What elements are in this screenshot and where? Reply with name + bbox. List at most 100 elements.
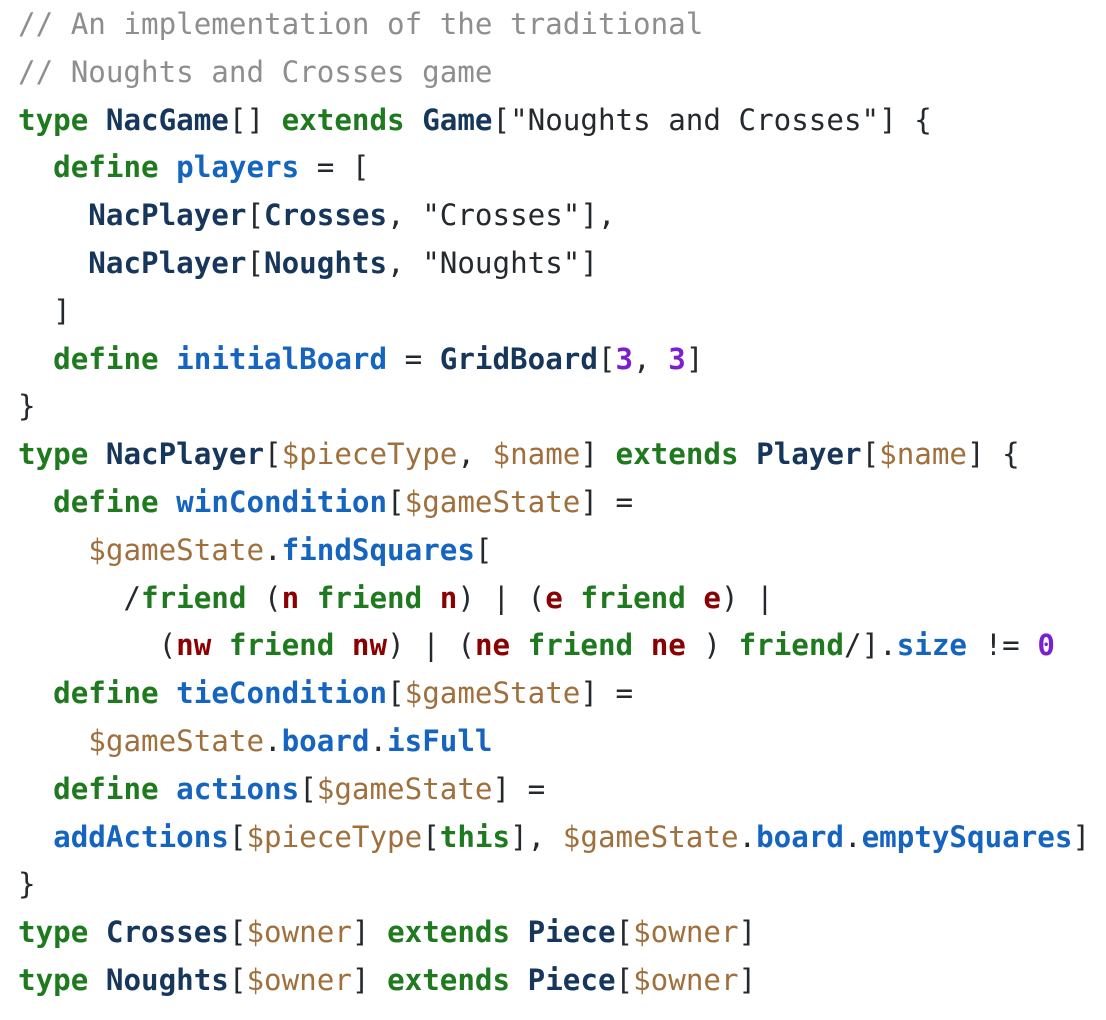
punctuation-token: ) bbox=[685, 628, 739, 663]
keyword-token: define bbox=[53, 676, 159, 711]
direction-token: n bbox=[281, 580, 300, 615]
punctuation-token: [ bbox=[422, 819, 440, 854]
punctuation-token bbox=[159, 772, 177, 806]
variable-token: $name bbox=[492, 437, 581, 472]
punctuation-token: [] bbox=[228, 102, 282, 137]
variable-token: $gameState bbox=[562, 819, 739, 854]
punctuation-token: ] bbox=[738, 962, 757, 997]
identifier-token: tieCondition bbox=[176, 676, 388, 711]
punctuation-token bbox=[18, 485, 53, 519]
type-name-token: Piece bbox=[527, 962, 616, 997]
type-name-token: Noughts bbox=[105, 962, 229, 997]
punctuation-token: ] bbox=[738, 915, 757, 950]
punctuation-token: , bbox=[387, 198, 423, 233]
punctuation-token: [ bbox=[228, 819, 247, 854]
code-listing: // An implementation of the traditional /… bbox=[18, 0, 1103, 1005]
type-name-token: NacPlayer bbox=[88, 198, 247, 233]
punctuation-token bbox=[510, 628, 528, 662]
punctuation-token bbox=[211, 628, 229, 662]
type-name-token: Crosses bbox=[105, 915, 229, 950]
direction-token: nw bbox=[176, 628, 212, 663]
punctuation-token bbox=[18, 676, 53, 710]
punctuation-token bbox=[159, 485, 177, 519]
punctuation-token bbox=[299, 581, 317, 615]
punctuation-token bbox=[510, 963, 528, 997]
code-line: $gameState.findSquares[ bbox=[18, 527, 1103, 575]
punctuation-token: [ bbox=[387, 676, 405, 711]
string-literal-token: "Noughts" bbox=[422, 245, 581, 280]
direction-token: ne bbox=[650, 628, 686, 663]
identifier-token: size bbox=[896, 628, 968, 663]
punctuation-token: != bbox=[967, 628, 1038, 663]
code-line: } bbox=[18, 861, 1103, 909]
punctuation-token: /]. bbox=[844, 628, 897, 663]
type-name-token: Piece bbox=[527, 915, 616, 950]
punctuation-token: . bbox=[738, 819, 757, 854]
punctuation-token bbox=[88, 915, 106, 949]
punctuation-token bbox=[159, 342, 177, 376]
keyword-token: define bbox=[53, 771, 159, 806]
punctuation-token: [ bbox=[299, 771, 317, 806]
punctuation-token bbox=[18, 198, 88, 232]
type-name-token: Game bbox=[422, 102, 493, 137]
punctuation-token bbox=[563, 581, 581, 615]
punctuation-token bbox=[334, 628, 352, 662]
variable-token: $owner bbox=[633, 915, 739, 950]
punctuation-token: ] = bbox=[492, 771, 546, 806]
punctuation-token: [ bbox=[615, 915, 634, 950]
number-literal-token: 3 bbox=[615, 341, 634, 376]
code-line: NacPlayer[Noughts, "Noughts"] bbox=[18, 240, 1103, 288]
identifier-token: winCondition bbox=[176, 484, 388, 519]
keyword-token: friend bbox=[228, 628, 335, 663]
punctuation-token: ) | ( bbox=[387, 628, 475, 663]
type-name-token: GridBoard bbox=[439, 341, 598, 376]
code-line: define actions[$gameState] = bbox=[18, 766, 1103, 814]
punctuation-token: ] bbox=[1072, 819, 1091, 854]
punctuation-token bbox=[18, 342, 53, 376]
variable-token: $pieceType bbox=[246, 819, 423, 854]
punctuation-token: . bbox=[264, 723, 282, 758]
punctuation-token: [ bbox=[615, 962, 634, 997]
punctuation-token: [ bbox=[387, 484, 405, 519]
code-line: NacPlayer[Crosses, "Crosses"], bbox=[18, 192, 1103, 240]
punctuation-token: = bbox=[387, 341, 440, 376]
keyword-token: define bbox=[53, 341, 159, 376]
type-name-token: Noughts bbox=[264, 245, 388, 280]
string-literal-token: "Crosses" bbox=[422, 198, 581, 233]
punctuation-token: ], bbox=[510, 819, 563, 854]
punctuation-token: , bbox=[387, 245, 423, 280]
keyword-token: type bbox=[18, 102, 89, 137]
code-line: ] bbox=[18, 288, 1103, 336]
keyword-token: type bbox=[18, 962, 89, 997]
code-line: type NacPlayer[$pieceType, $name] extend… bbox=[18, 431, 1103, 479]
variable-token: $owner bbox=[246, 962, 352, 997]
direction-token: e bbox=[545, 580, 563, 615]
identifier-token: emptySquares bbox=[861, 819, 1073, 854]
code-line: addActions[$pieceType[this], $gameState.… bbox=[18, 814, 1103, 862]
keyword-token: type bbox=[18, 437, 89, 472]
punctuation-token: } bbox=[18, 389, 36, 424]
type-name-token: Player bbox=[756, 437, 862, 472]
punctuation-token bbox=[18, 150, 53, 184]
punctuation-token bbox=[18, 772, 53, 806]
keyword-token: friend bbox=[580, 580, 686, 615]
punctuation-token bbox=[18, 724, 88, 758]
keyword-token: extends bbox=[387, 962, 511, 997]
identifier-token: board bbox=[281, 723, 370, 758]
punctuation-token bbox=[88, 963, 106, 997]
punctuation-token: [ bbox=[228, 915, 247, 950]
variable-token: $owner bbox=[246, 915, 352, 950]
code-line: /friend (n friend n) | (e friend e) | bbox=[18, 575, 1103, 623]
keyword-token: type bbox=[18, 915, 89, 950]
punctuation-token: . bbox=[843, 819, 862, 854]
punctuation-token: ) | bbox=[720, 580, 774, 615]
punctuation-token: ] bbox=[351, 962, 388, 997]
code-line: define initialBoard = GridBoard[3, 3] bbox=[18, 336, 1103, 384]
punctuation-token bbox=[159, 676, 177, 710]
punctuation-token: [ bbox=[264, 437, 282, 472]
punctuation-token: [ bbox=[228, 962, 247, 997]
code-line: // Noughts and Crosses game bbox=[18, 49, 1103, 97]
code-line: $gameState.board.isFull bbox=[18, 718, 1103, 766]
identifier-token: findSquares bbox=[281, 532, 475, 567]
keyword-token: friend bbox=[738, 628, 844, 663]
